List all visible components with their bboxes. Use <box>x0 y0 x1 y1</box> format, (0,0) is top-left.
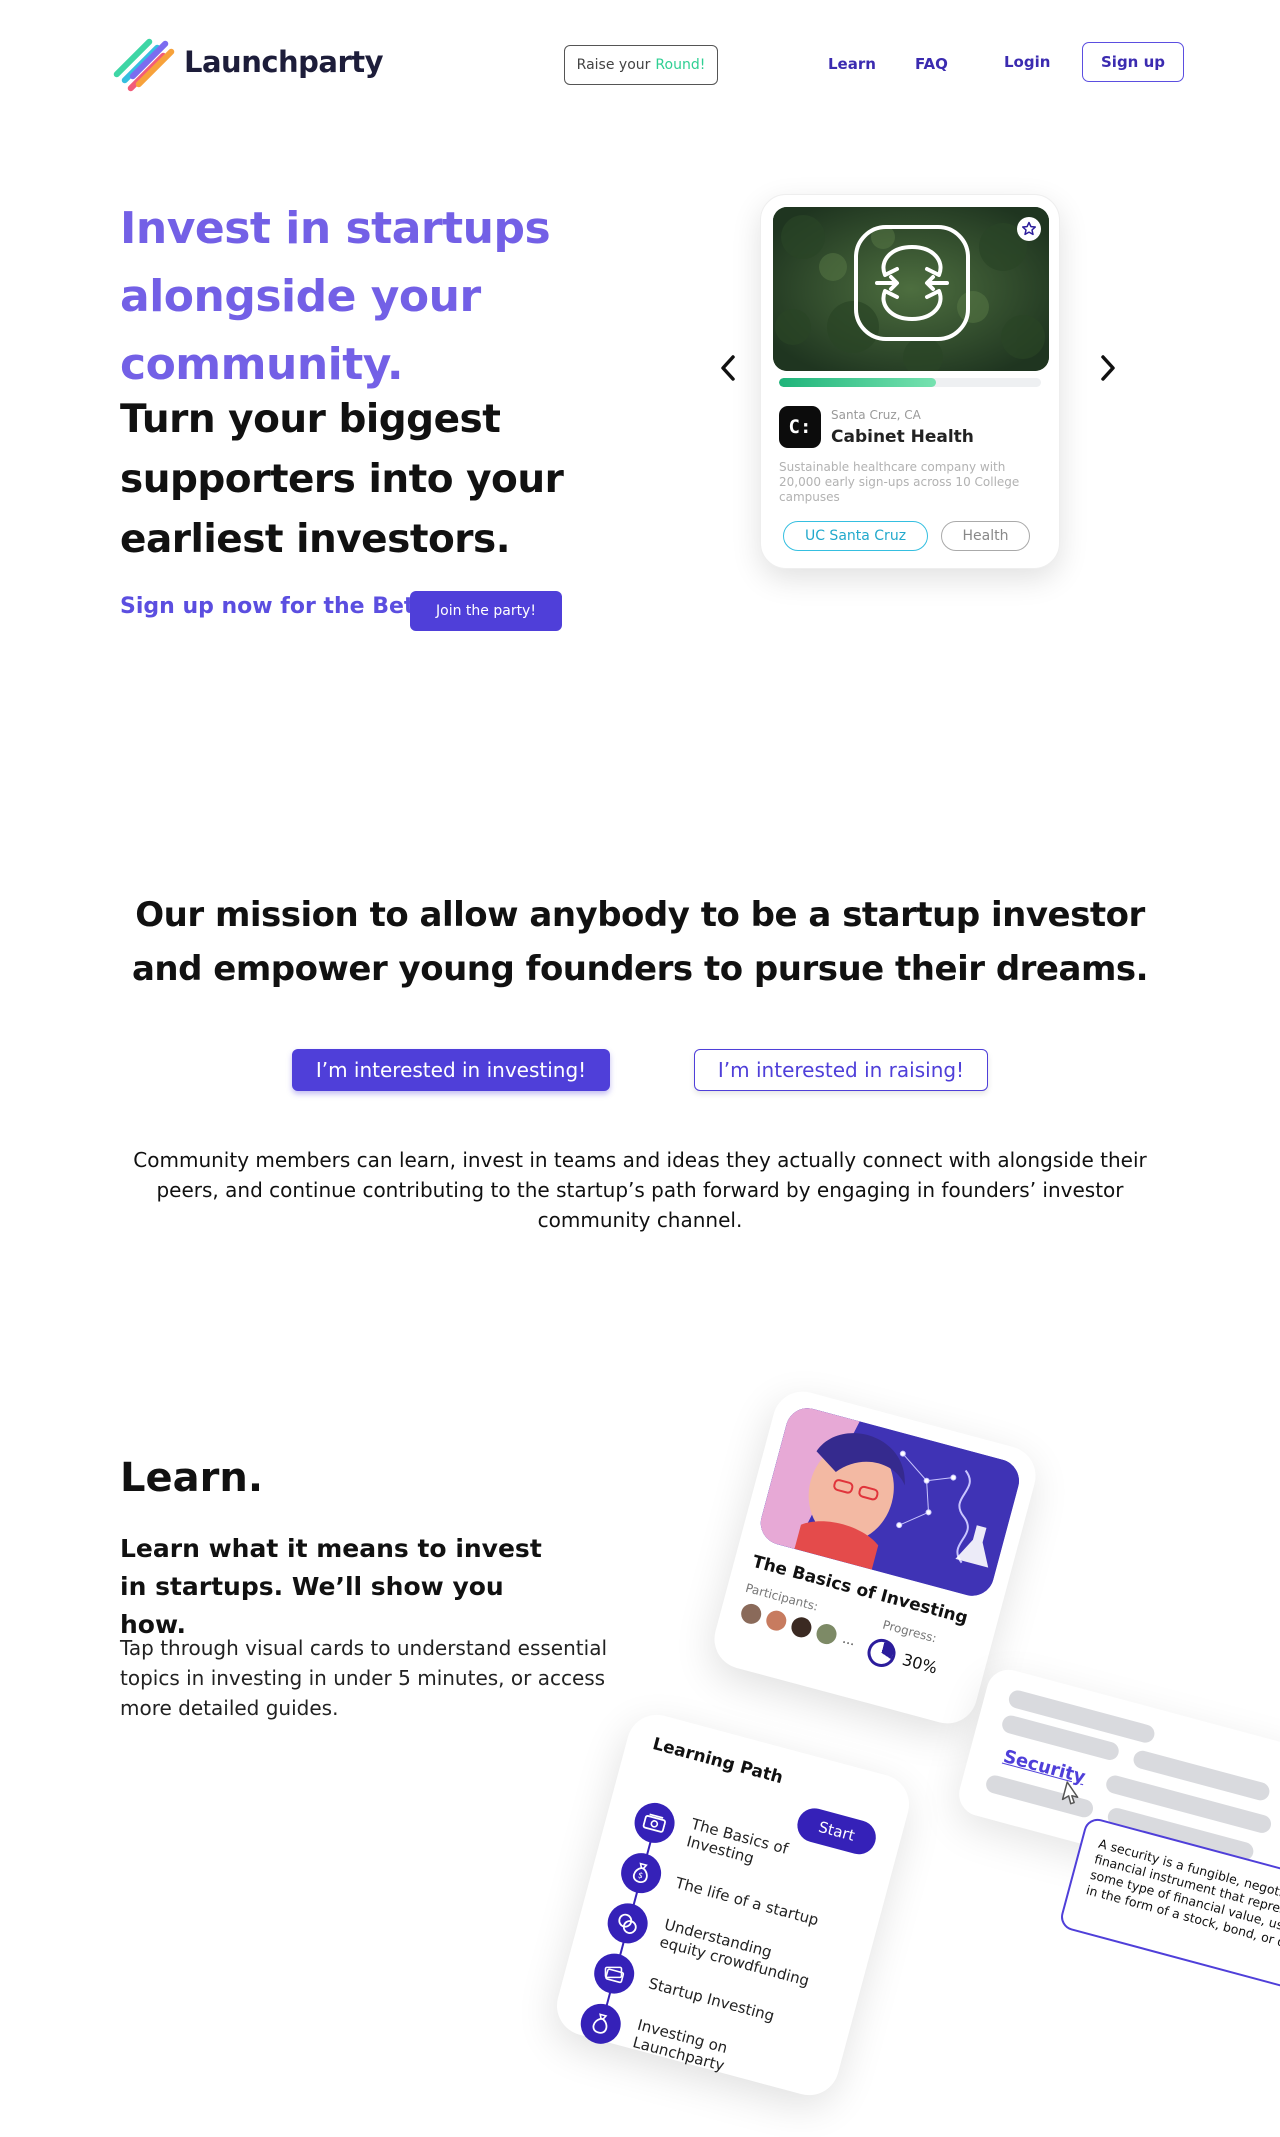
nav-faq-link[interactable]: FAQ <box>915 55 948 73</box>
brand-logo[interactable]: Launchparty <box>112 36 384 93</box>
learning-path-card: Learning Path Start The Basics of Invest… <box>550 1708 916 2102</box>
brand-name: Launchparty <box>184 45 384 79</box>
chevron-left-icon <box>721 355 735 381</box>
signup-button[interactable]: Sign up <box>1082 42 1184 82</box>
company-cover-image <box>773 207 1049 371</box>
raise-accent: Round! <box>655 57 706 73</box>
hero-title: Invest in startups alongside your commun… <box>120 203 551 390</box>
raise-prefix: Raise your <box>576 57 651 73</box>
company-logo: C: <box>779 406 821 448</box>
company-card[interactable]: C: Santa Cruz, CA Cabinet Health Sustain… <box>760 194 1060 569</box>
learning-path-title: Learning Path <box>650 1734 786 1789</box>
carousel-prev-button[interactable] <box>710 350 746 386</box>
funding-progress-fill <box>779 378 937 387</box>
mission-statement: Our mission to allow anybody to be a sta… <box>131 895 1149 989</box>
beta-signup-text: Sign up now for the Beta <box>120 594 430 619</box>
money-icon <box>630 1798 680 1848</box>
avatar <box>761 1605 792 1636</box>
interested-investing-button[interactable]: I’m interested in investing! <box>292 1049 610 1091</box>
svg-text:$: $ <box>637 1871 644 1881</box>
more-participants: ... <box>841 1631 857 1649</box>
money-bag-icon <box>576 1999 626 2049</box>
avatar <box>811 1619 842 1649</box>
join-party-button[interactable]: Join the party! <box>410 591 562 631</box>
avatar <box>786 1612 817 1643</box>
company-location: Santa Cruz, CA <box>831 408 921 422</box>
favorite-button[interactable] <box>1017 217 1041 241</box>
company-name: Cabinet Health <box>831 427 974 447</box>
progress-value: 30% <box>900 1649 940 1678</box>
nav-login-link[interactable]: Login <box>1004 53 1050 71</box>
company-description: Sustainable healthcare company with 20,0… <box>779 460 1020 504</box>
coins-icon <box>603 1898 653 1948</box>
nav-learn-link[interactable]: Learn <box>828 55 876 73</box>
money-bag-icon: $ <box>616 1848 666 1898</box>
learn-section-body: Tap through visual cards to understand e… <box>120 1636 608 1720</box>
tag-school[interactable]: UC Santa Cruz <box>783 521 928 551</box>
tag-category[interactable]: Health <box>941 521 1030 551</box>
star-icon <box>1021 221 1037 236</box>
learn-section-title: Learn. <box>120 1455 264 1501</box>
funding-progress-bar <box>779 378 1041 387</box>
site-header: Launchparty Raise your Round! Learn FAQ … <box>0 0 1280 125</box>
launchparty-logo-icon <box>112 36 176 93</box>
cash-stack-icon <box>589 1949 639 1999</box>
learn-section-subtitle: Learn what it means to invest in startup… <box>120 1534 542 1639</box>
raise-your-round-button[interactable]: Raise your Round! <box>564 45 718 85</box>
avatar <box>736 1599 766 1629</box>
interested-raising-button[interactable]: I’m interested in raising! <box>694 1049 988 1091</box>
community-description: Community members can learn, invest in t… <box>133 1148 1147 1232</box>
chevron-right-icon <box>1101 355 1115 381</box>
carousel-next-button[interactable] <box>1090 350 1126 386</box>
progress-pie-icon <box>864 1635 899 1671</box>
hero-subtitle: Turn your biggest supporters into your e… <box>120 397 564 562</box>
